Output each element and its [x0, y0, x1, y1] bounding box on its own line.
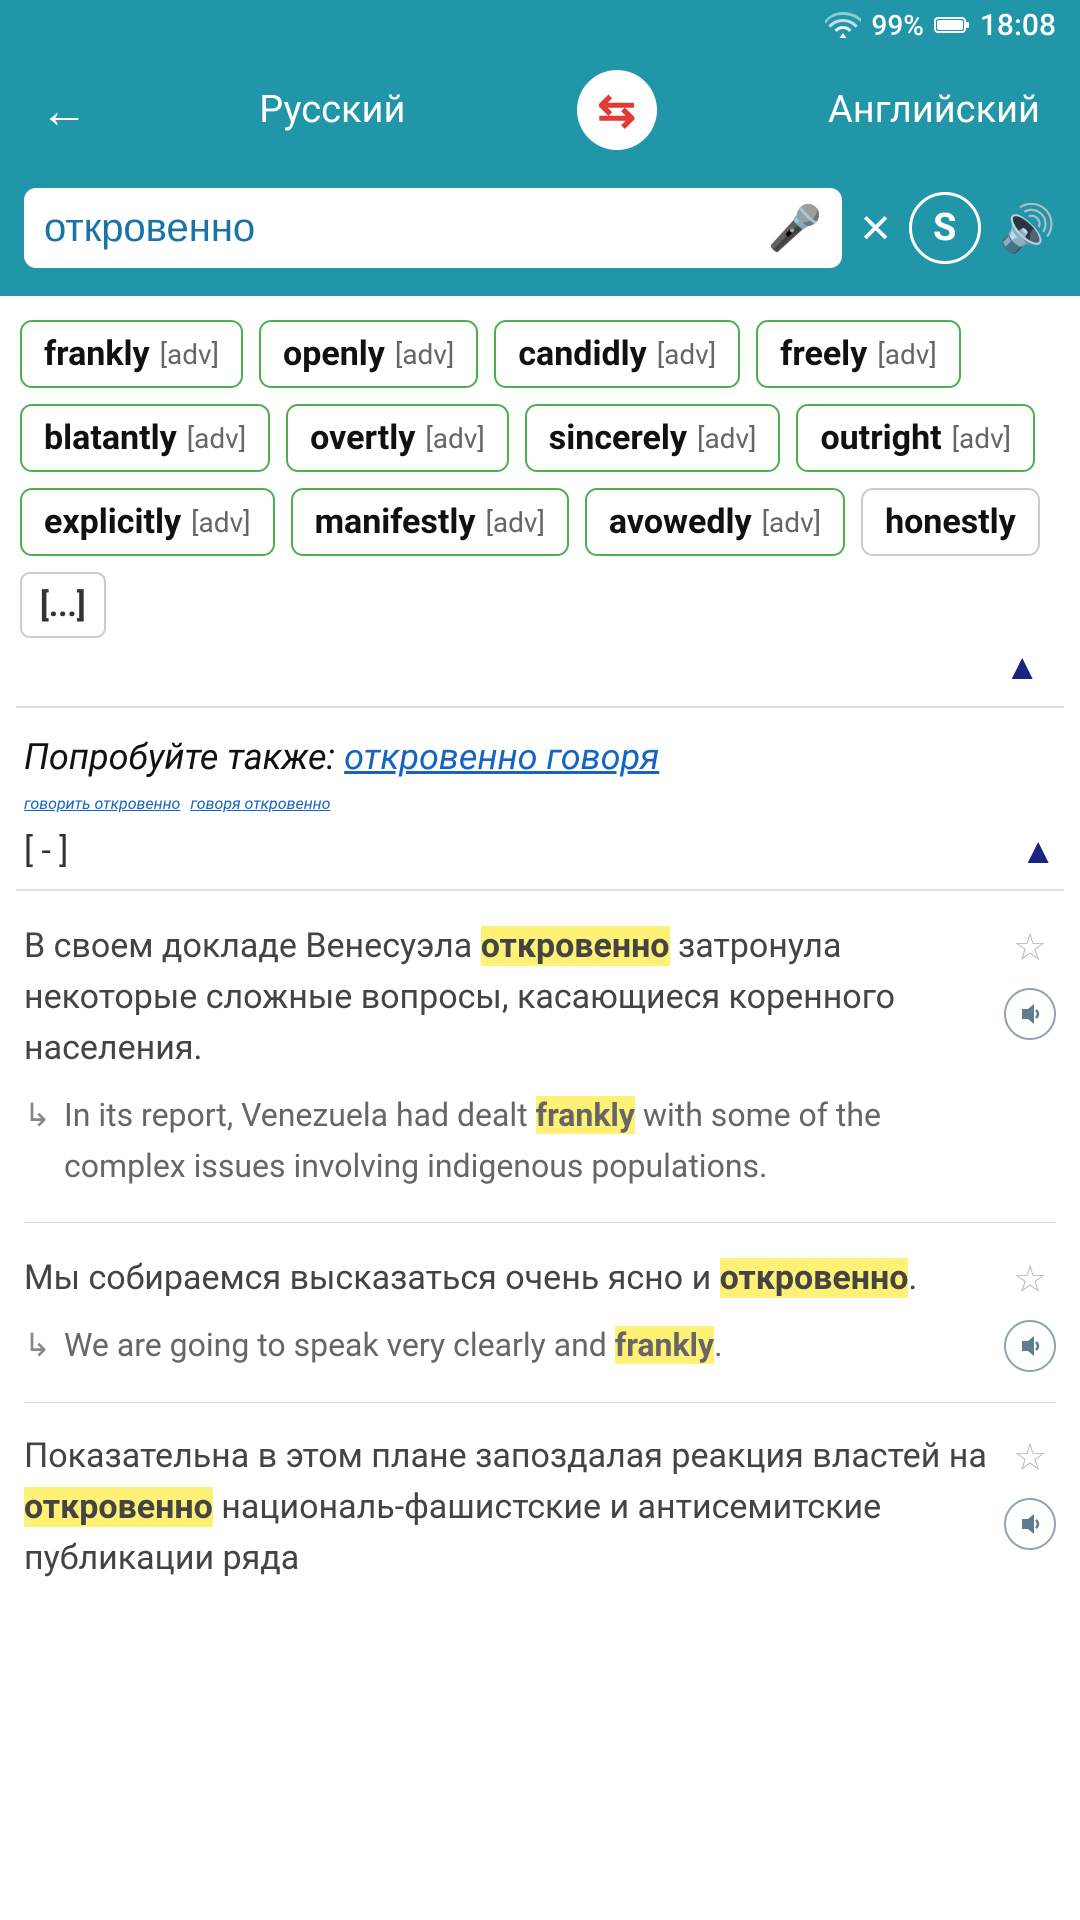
translation-chip-avowedly[interactable]: avowedly [adv] [585, 488, 845, 556]
s-button[interactable]: S [909, 192, 981, 264]
translation-chip-outright[interactable]: outright [adv] [796, 404, 1035, 472]
example-ru-1: В своем докладе Венесуэла откровенно зат… [24, 921, 988, 1074]
swap-icon: ⇆ [597, 83, 636, 138]
sound-button[interactable]: 🔊 [999, 201, 1056, 256]
battery-text: 99% [871, 9, 923, 42]
collapse-arrow[interactable]: ▲ [20, 638, 1060, 696]
source-language[interactable]: Русский [259, 88, 405, 132]
back-button[interactable]: ← [40, 82, 88, 139]
try-also-row: [ - ] ▲ [24, 823, 1056, 879]
sound-button-1[interactable] [1004, 988, 1056, 1040]
translation-chip-overtly[interactable]: overtly [adv] [286, 404, 509, 472]
example-actions-2: ☆ [1004, 1253, 1056, 1372]
search-input-wrapper: 🎤 [24, 188, 842, 268]
highlight-frankly-2: frankly [615, 1326, 714, 1364]
app-header: ← Русский ⇆ Английский [0, 50, 1080, 170]
translation-chip-candidly[interactable]: candidly [adv] [494, 320, 740, 388]
s-label: S [933, 206, 956, 250]
try-also-link-1[interactable]: откровенно говоря [344, 736, 659, 778]
wifi-icon [825, 11, 861, 39]
translations-section: frankly [adv] openly [adv] candidly [adv… [0, 296, 1080, 706]
example-item-2: Мы собираемся высказаться очень ясно и о… [24, 1223, 1056, 1403]
try-also-label: Попробуйте также: [24, 736, 335, 778]
example-content-1: В своем докладе Венесуэла откровенно зат… [24, 921, 988, 1192]
translation-chip-honestly[interactable]: honestly [861, 488, 1040, 556]
clear-button[interactable]: × [860, 198, 890, 258]
try-also-links: говорить откровенно говоря откровенно [24, 794, 1056, 813]
translation-chip-frankly[interactable]: frankly [adv] [20, 320, 243, 388]
try-also-header: Попробуйте также: откровенно говоря [24, 736, 1056, 778]
bracket-label: [ - ] [24, 823, 68, 879]
examples-section: В своем докладе Венесуэла откровенно зат… [0, 891, 1080, 1403]
example-item-1: В своем докладе Венесуэла откровенно зат… [24, 891, 1056, 1223]
highlight-откровенно-1: откровенно [481, 926, 670, 966]
example-partial-actions: ☆ [1004, 1431, 1056, 1600]
status-bar: 99% 18:08 [0, 0, 1080, 50]
try-also-link-2[interactable]: говорить откровенно [24, 794, 180, 813]
translation-chip-openly[interactable]: openly [adv] [259, 320, 478, 388]
highlight-frankly-1: frankly [536, 1096, 635, 1134]
try-also-link-3[interactable]: говоря откровенно [190, 794, 330, 813]
target-language[interactable]: Английский [828, 88, 1040, 132]
search-bar: 🎤 × S 🔊 [0, 170, 1080, 296]
status-icons: 99% 18:08 [825, 8, 1056, 43]
battery-icon [934, 15, 970, 35]
translation-chip-sincerely[interactable]: sincerely [adv] [525, 404, 781, 472]
example-actions-1: ☆ [1004, 921, 1056, 1192]
translation-chip-explicitly[interactable]: explicitly [adv] [20, 488, 275, 556]
example-ru-2: Мы собираемся высказаться очень ясно и о… [24, 1253, 988, 1304]
sound-button-2[interactable] [1004, 1320, 1056, 1372]
sound-button-3[interactable] [1004, 1498, 1056, 1550]
time-display: 18:08 [980, 8, 1056, 43]
example-partial-content: Показательна в этом плане запоздалая реа… [24, 1431, 988, 1600]
translation-chip-freely[interactable]: freely [adv] [756, 320, 961, 388]
translation-chip-manifestly[interactable]: manifestly [adv] [291, 488, 569, 556]
mic-icon[interactable]: 🎤 [768, 202, 823, 254]
try-also-collapse-arrow[interactable]: ▲ [1020, 830, 1056, 872]
highlight-откровенно-3: откровенно [24, 1487, 213, 1527]
try-also-section: Попробуйте также: откровенно говоря гово… [0, 708, 1080, 889]
example-partial-ru: Показательна в этом плане запоздалая реа… [24, 1431, 988, 1584]
example-partial: Показательна в этом плане запоздалая реа… [0, 1403, 1080, 1600]
example-content-2: Мы собираемся высказаться очень ясно и о… [24, 1253, 988, 1372]
translation-chip-blatantly[interactable]: blatantly [adv] [20, 404, 270, 472]
star-button-1[interactable]: ☆ [1013, 925, 1047, 970]
example-en-2: We are going to speak very clearly and f… [24, 1320, 988, 1371]
highlight-откровенно-2: откровенно [720, 1258, 909, 1298]
translations-grid: frankly [adv] openly [adv] candidly [adv… [20, 320, 1060, 638]
search-input[interactable] [44, 206, 756, 251]
star-button-2[interactable]: ☆ [1013, 1257, 1047, 1302]
example-en-1: In its report, Venezuela had dealt frank… [24, 1090, 988, 1192]
expand-button[interactable]: [...] [20, 572, 106, 638]
star-button-3[interactable]: ☆ [1013, 1435, 1047, 1480]
swap-languages-button[interactable]: ⇆ [577, 70, 657, 150]
